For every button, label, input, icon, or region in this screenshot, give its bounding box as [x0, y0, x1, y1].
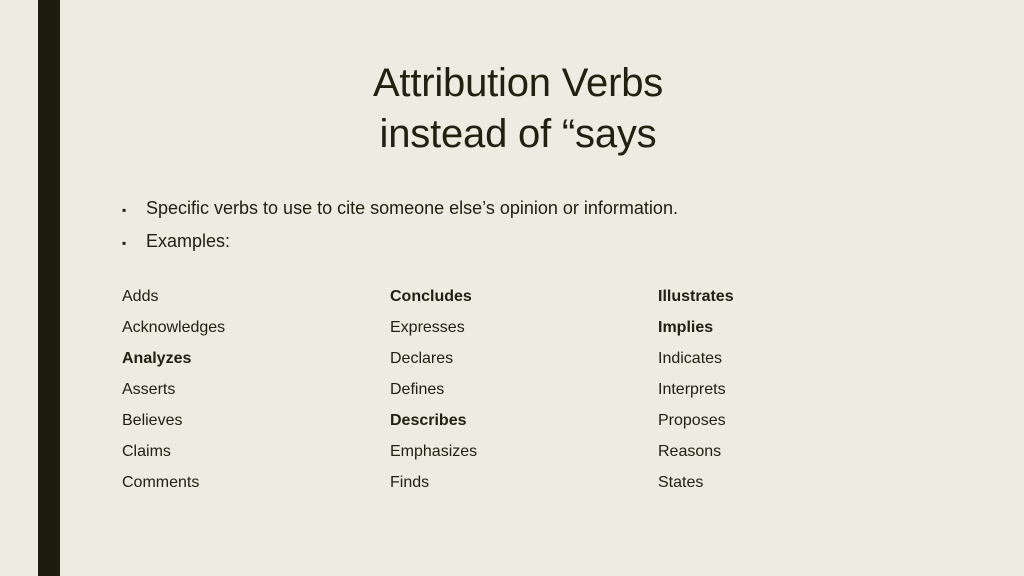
- list-item-label: Specific verbs to use to cite someone el…: [146, 198, 678, 218]
- verb-item: Reasons: [658, 443, 722, 460]
- square-bullet-icon: ▪: [122, 203, 127, 217]
- verb-item: Acknowledges: [122, 319, 226, 336]
- verb-columns: Analyzes Adds Acknowledges Analyzes Asse…: [122, 286, 922, 503]
- verb-item: Describes: [390, 412, 467, 429]
- verb-item: Proposes: [658, 412, 726, 429]
- verb-item: Illustrates: [658, 288, 734, 305]
- square-bullet-icon: ▪: [122, 236, 127, 250]
- verb-column-2: Concludes Expresses Declares Defines Des…: [390, 286, 658, 503]
- verb-item: Comments: [122, 474, 200, 491]
- verb-column-3: Illustrates Implies Indicates Interprets…: [658, 286, 926, 503]
- page-title-line-2: instead of “says: [379, 112, 657, 156]
- verb-item: Believes: [122, 412, 183, 429]
- verb-item: Implies: [658, 319, 714, 336]
- verb-item: States: [658, 474, 704, 491]
- list-item: ▪ Examples:: [122, 229, 922, 262]
- bullet-list: ▪ Specific verbs to use to cite someone …: [122, 196, 922, 262]
- verb-item: Asserts: [122, 381, 176, 398]
- page-title: Attribution Verbs instead of “says: [110, 58, 926, 160]
- verb-item: Interprets: [658, 381, 726, 398]
- verb-item: Adds: [122, 288, 159, 305]
- verb-item: Concludes: [390, 288, 472, 305]
- list-item: ▪ Specific verbs to use to cite someone …: [122, 196, 922, 229]
- verb-item: Expresses: [390, 319, 465, 336]
- verb-item: Emphasizes: [390, 443, 478, 460]
- page-title-line-1: Attribution Verbs: [372, 61, 664, 105]
- verb-item: Declares: [390, 350, 454, 367]
- slide-canvas: Attribution Verbs instead of “says ▪ Spe…: [0, 0, 1024, 576]
- verb-item: Defines: [390, 381, 445, 398]
- left-accent-bar: [38, 0, 60, 576]
- verb-column-1: Analyzes Adds Acknowledges Analyzes Asse…: [122, 286, 390, 503]
- verb-item: Indicates: [658, 350, 723, 367]
- verb-item: Claims: [122, 443, 171, 460]
- verb-item: Finds: [390, 474, 430, 491]
- list-item-label: Examples:: [146, 231, 231, 251]
- verb-item: Analyzes: [122, 350, 192, 367]
